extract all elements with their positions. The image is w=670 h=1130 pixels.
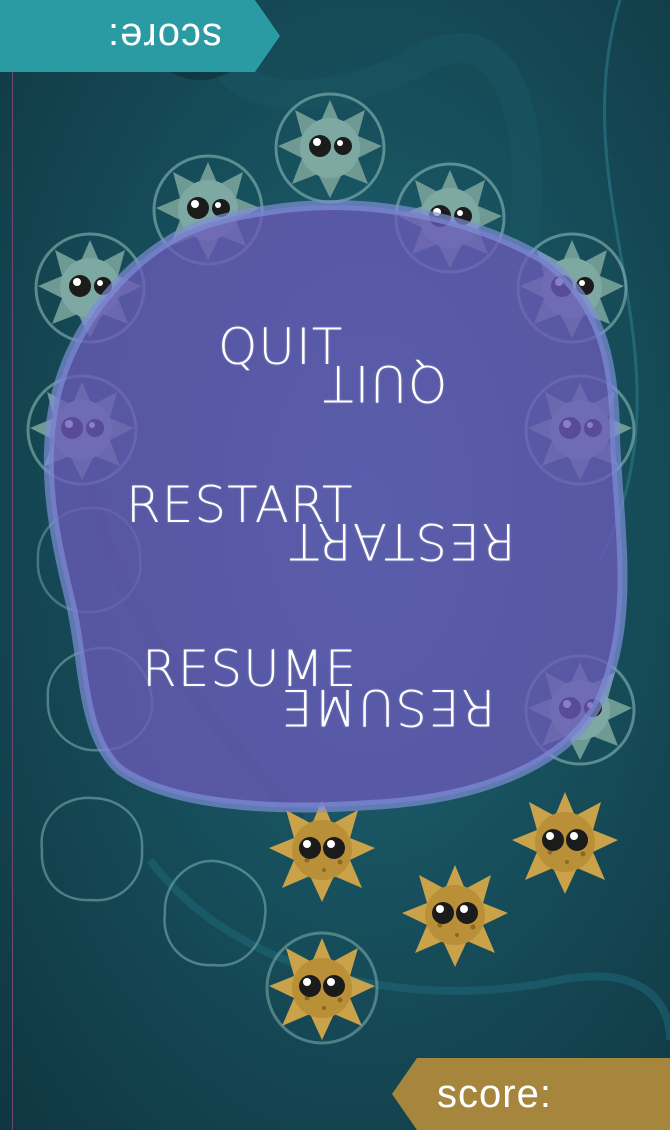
score-banner-top: score: — [0, 0, 280, 72]
green-germ[interactable] — [148, 150, 268, 270]
score-label-bottom: score: — [437, 1071, 552, 1116]
resume-label-mirrored: RESUME — [280, 678, 496, 736]
yellow-germ[interactable] — [505, 782, 625, 902]
empty-cell-ring — [40, 796, 144, 902]
yellow-germ[interactable] — [262, 790, 382, 910]
game-board: QUIT QUIT RESTART RESTART RESUME RESUME … — [0, 0, 670, 1130]
green-germ[interactable] — [390, 158, 510, 278]
score-label-top: score: — [107, 14, 222, 59]
quit-button-mirrored[interactable]: QUIT — [322, 354, 447, 412]
green-germ[interactable] — [520, 650, 640, 770]
restart-label-mirrored: RESTART — [288, 512, 516, 570]
green-germ[interactable] — [520, 370, 640, 490]
left-edge-line — [12, 0, 13, 1130]
quit-label-mirrored: QUIT — [322, 354, 448, 412]
yellow-germ[interactable] — [262, 928, 382, 1048]
green-germ[interactable] — [30, 228, 150, 348]
green-germ[interactable] — [270, 88, 390, 208]
restart-button-mirrored[interactable]: RESTART — [288, 512, 516, 570]
yellow-germ[interactable] — [395, 855, 515, 975]
green-germ[interactable] — [512, 228, 632, 348]
resume-button-mirrored[interactable]: RESUME — [280, 678, 495, 736]
score-banner-bottom: score: — [392, 1058, 670, 1130]
empty-cell-ring — [163, 859, 267, 967]
green-germ[interactable] — [22, 370, 142, 490]
